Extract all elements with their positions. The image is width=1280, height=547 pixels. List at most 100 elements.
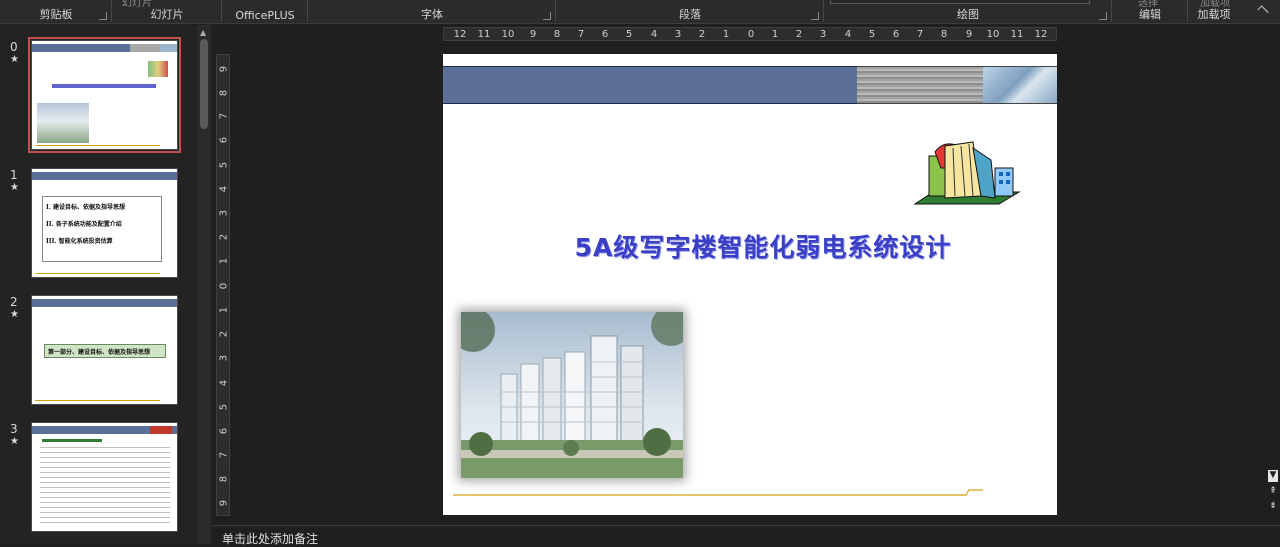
thumbnail-scrollbar[interactable]: ▲ — [197, 25, 211, 544]
dialog-launcher-icon[interactable] — [1099, 12, 1107, 20]
group-paragraph[interactable]: 段落 — [556, 0, 824, 24]
dialog-launcher-icon[interactable] — [99, 12, 107, 20]
slide-canvas[interactable]: 5A级写字楼智能化弱电系统设计 — [443, 54, 1057, 515]
slide-thumbnail-panel[interactable]: 0 ★ 1 ★ I. 建设目标、依据及指导思想 II. 各子系统功能及配置介绍 … — [0, 25, 196, 544]
ruler-tick: 5 — [218, 403, 230, 411]
scroll-down-icon[interactable]: ▼ — [1268, 470, 1278, 482]
vertical-ruler: 9 8 7 6 5 4 3 2 1 0 1 2 3 4 5 6 7 8 9 — [216, 54, 230, 516]
group-font-label: 字体 — [421, 8, 443, 21]
group-font[interactable]: 字体 — [308, 0, 556, 24]
thumb-toc-item: I. 建设目标、依据及指导思想 — [46, 204, 125, 211]
group-editing-label: 编辑 — [1139, 8, 1161, 21]
ribbon-group-labels: 剪贴板 幻灯片 幻灯片 OfficePLUS 字体 段落 绘图 选择 编辑 加载… — [0, 0, 1280, 24]
ruler-tick: 6 — [892, 29, 900, 40]
thumb-building-icon — [148, 61, 168, 77]
ruler-tick: 9 — [218, 65, 230, 73]
ruler-tick: 1 — [771, 29, 779, 40]
ruler-tick: 11 — [477, 29, 491, 40]
slide-number: 3 — [10, 422, 18, 436]
slide-title[interactable]: 5A级写字楼智能化弱电系统设计 — [503, 228, 1023, 264]
ruler-tick: 4 — [650, 29, 658, 40]
ruler-tick: 7 — [916, 29, 924, 40]
ruler-tick: 2 — [218, 233, 230, 241]
header-steel-texture[interactable] — [857, 66, 983, 104]
thumbnail-image[interactable]: 第一部分、建设目标、依据及指导思想 — [31, 295, 178, 405]
building-photo-image — [461, 312, 683, 478]
ruler-tick: 6 — [601, 29, 609, 40]
ruler-tick: 12 — [1034, 29, 1048, 40]
ruler-tick: 5 — [868, 29, 876, 40]
ruler-tick: 5 — [625, 29, 633, 40]
slide-number: 1 — [10, 168, 18, 182]
thumb-toc-item: II. 各子系统功能及配置介绍 — [46, 221, 122, 228]
group-officeplus[interactable]: OfficePLUS — [222, 0, 308, 24]
ruler-tick: 6 — [218, 136, 230, 144]
notes-placeholder[interactable]: 单击此处添加备注 — [222, 530, 318, 547]
group-editing[interactable]: 选择 编辑 — [1112, 0, 1188, 24]
group-slides[interactable]: 幻灯片 幻灯片 — [112, 0, 222, 24]
group-officeplus-label: OfficePLUS — [235, 9, 295, 22]
ruler-tick: 1 — [218, 257, 230, 265]
notes-pane[interactable]: 单击此处添加备注 — [212, 525, 1280, 547]
ruler-tick: 3 — [218, 354, 230, 362]
group-clipboard[interactable]: 剪贴板 — [0, 0, 112, 24]
horizontal-ruler: 12 11 10 9 8 7 6 5 4 3 2 1 0 1 2 3 4 5 6… — [443, 27, 1057, 41]
ruler-tick: 2 — [218, 330, 230, 338]
group-drawing[interactable]: 绘图 — [824, 0, 1112, 24]
ruler-tick: 4 — [844, 29, 852, 40]
ruler-tick: 7 — [218, 112, 230, 120]
ruler-tick: 2 — [698, 29, 706, 40]
ruler-tick: 12 — [453, 29, 467, 40]
group-paragraph-label: 段落 — [679, 8, 701, 21]
ruler-tick: 3 — [819, 29, 827, 40]
animation-star-icon: ★ — [10, 182, 19, 193]
thumbnail-image[interactable]: I. 建设目标、依据及指导思想 II. 各子系统功能及配置介绍 III. 智能化… — [31, 168, 178, 278]
ruler-tick: 4 — [218, 379, 230, 387]
animation-star-icon: ★ — [10, 436, 19, 447]
ruler-tick: 9 — [529, 29, 537, 40]
ruler-tick: 10 — [986, 29, 1000, 40]
ruler-tick: 8 — [218, 89, 230, 97]
ruler-tick: 2 — [795, 29, 803, 40]
header-bar[interactable] — [443, 66, 857, 104]
ruler-tick: 3 — [218, 209, 230, 217]
ruler-tick: 8 — [940, 29, 948, 40]
scroll-thumb[interactable] — [200, 39, 208, 129]
animation-star-icon: ★ — [10, 309, 19, 320]
group-addins[interactable]: 加载项 加载项 — [1188, 0, 1240, 24]
group-clipboard-label: 剪贴板 — [39, 8, 73, 21]
group-drawing-label: 绘图 — [957, 8, 979, 21]
next-slide-icon[interactable]: ⇟ — [1268, 501, 1278, 511]
ruler-tick: 11 — [1010, 29, 1024, 40]
editor-scrollbar[interactable]: ▼ ⇞ ⇟ — [1266, 25, 1280, 525]
dialog-launcher-icon[interactable] — [811, 12, 819, 20]
header-glass-texture[interactable] — [983, 66, 1057, 104]
dialog-launcher-icon[interactable] — [543, 12, 551, 20]
building-clipart-icon[interactable] — [911, 138, 1025, 212]
ruler-tick: 8 — [218, 475, 230, 483]
building-photo[interactable] — [461, 312, 683, 478]
ruler-tick: 10 — [501, 29, 515, 40]
footer-gold-line[interactable] — [453, 489, 983, 497]
ruler-tick: 9 — [218, 499, 230, 507]
scroll-up-icon[interactable]: ▲ — [200, 28, 206, 37]
thumb-section-title: 第一部分、建设目标、依据及指导思想 — [48, 349, 151, 356]
thumb-text-lines — [40, 447, 170, 525]
animation-star-icon: ★ — [10, 54, 19, 65]
ruler-tick: 6 — [218, 427, 230, 435]
ruler-tick: 1 — [218, 306, 230, 314]
ruler-tick: 0 — [218, 282, 230, 290]
previous-slide-icon[interactable]: ⇞ — [1268, 486, 1278, 496]
ruler-tick: 4 — [218, 185, 230, 193]
ruler-tick: 0 — [747, 29, 755, 40]
slide-number: 2 — [10, 295, 18, 309]
ruler-tick: 7 — [218, 451, 230, 459]
thumb-toc-item: III. 智能化系统投资估算 — [46, 238, 113, 245]
ruler-tick: 7 — [577, 29, 585, 40]
ruler-tick: 1 — [722, 29, 730, 40]
thumbnail-image[interactable] — [28, 37, 181, 153]
group-addins-label: 加载项 — [1197, 8, 1231, 21]
thumbnail-image[interactable] — [31, 422, 178, 532]
ruler-tick: 8 — [553, 29, 561, 40]
collapse-ribbon-icon[interactable] — [1257, 5, 1269, 17]
